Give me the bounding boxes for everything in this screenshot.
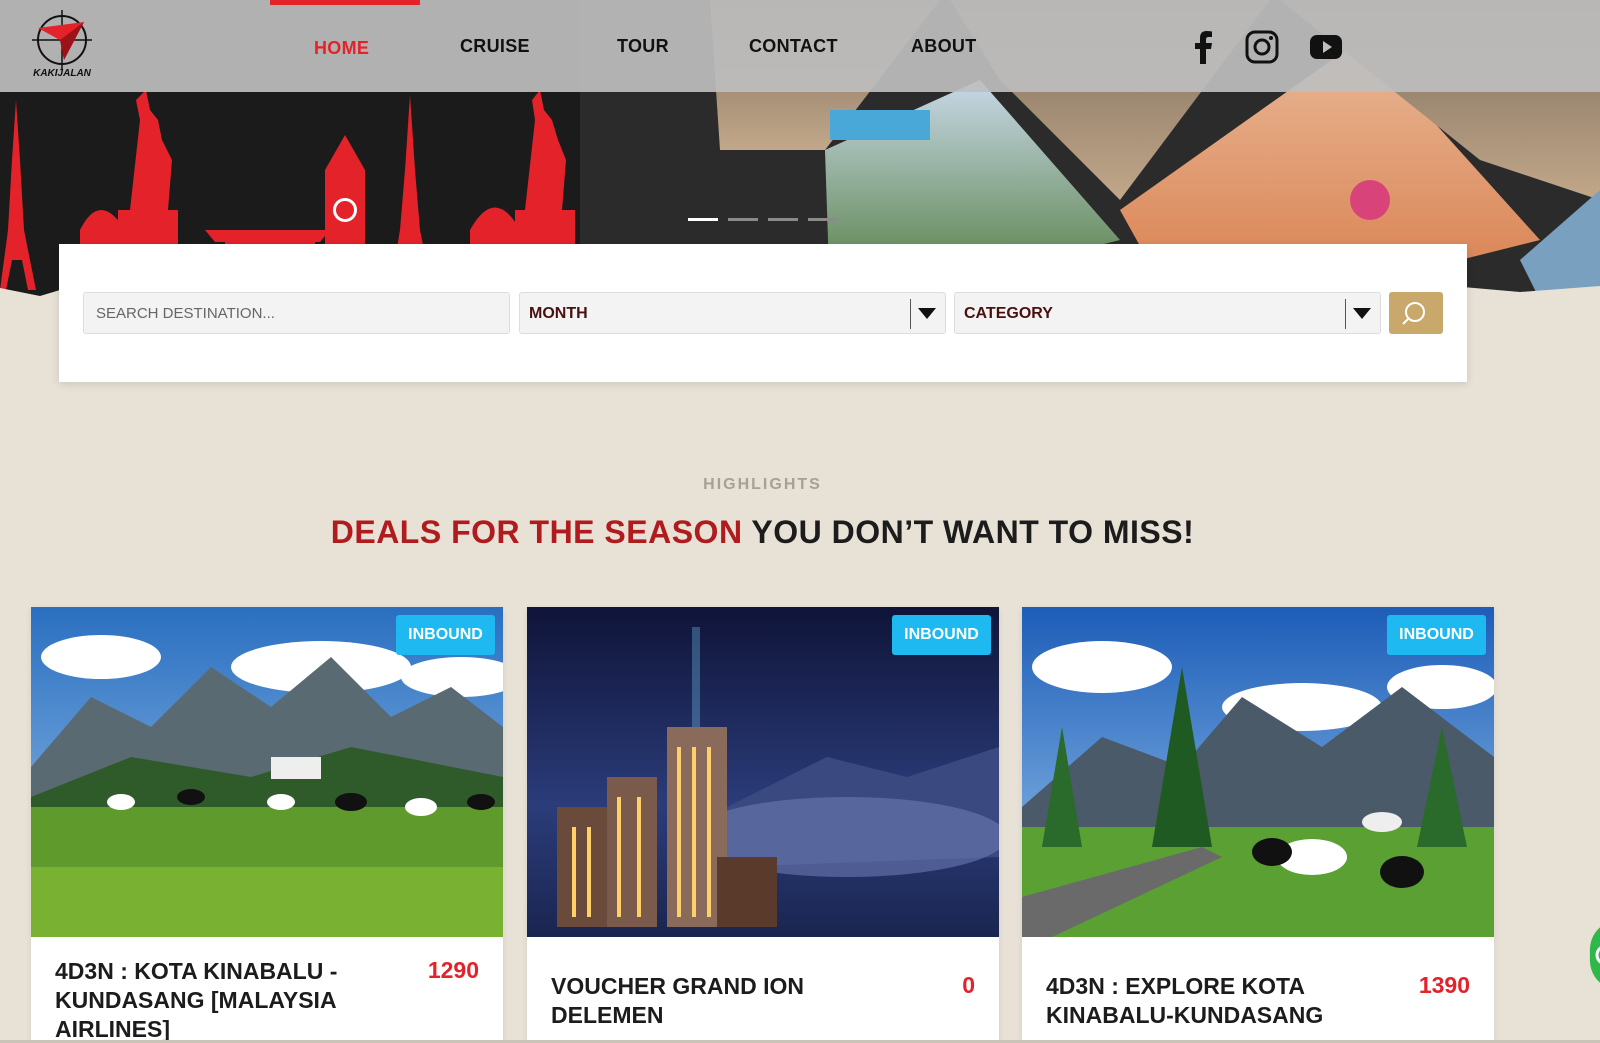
deal-card-image	[527, 607, 999, 937]
highlights-kicker: HIGHLIGHTS	[703, 476, 822, 493]
category-badge: INBOUND	[1387, 615, 1486, 655]
chevron-down-icon	[1353, 308, 1371, 319]
kakijalan-logo[interactable]: KAKIJALAN	[30, 10, 94, 82]
facebook-icon[interactable]	[1186, 30, 1220, 64]
category-select-label: CATEGORY	[964, 305, 1053, 322]
deal-card-image	[1022, 607, 1494, 937]
select-divider	[1345, 299, 1346, 329]
slider-dot-3[interactable]	[768, 218, 798, 221]
nav-item-contact[interactable]: CONTACT	[749, 36, 838, 57]
deal-title: 4D3N : KOTA KINABALU - KUNDASANG [MALAYS…	[55, 958, 338, 1042]
deal-title: 4D3N : EXPLORE KOTA KINABALU-KUNDASANG	[1046, 973, 1324, 1028]
top-navbar: KAKIJALAN HOME CRUISE TOUR CONTACT ABOUT	[0, 0, 1600, 92]
month-select[interactable]: MONTH	[519, 292, 946, 334]
whatsapp-icon[interactable]	[1588, 920, 1600, 990]
deals-headline: DEALS FOR THE SEASON YOU DON’T WANT TO M…	[0, 514, 1525, 551]
instagram-icon[interactable]	[1245, 30, 1279, 64]
search-button[interactable]	[1389, 292, 1443, 334]
deal-card-image	[31, 607, 503, 937]
chevron-down-icon	[918, 308, 936, 319]
logo-text: KAKIJALAN	[33, 68, 91, 79]
nav-active-indicator	[270, 0, 420, 5]
month-select-label: MONTH	[529, 305, 588, 322]
deal-title: VOUCHER GRAND ION DELEMEN	[551, 973, 805, 1028]
slider-dot-4[interactable]	[808, 218, 838, 221]
headline-rest-part: YOU DON’T WANT TO MISS!	[742, 514, 1195, 550]
deal-card-1[interactable]: INBOUND 4D3N : KOTA KINABALU - KUNDASANG…	[31, 607, 503, 1043]
category-badge: INBOUND	[396, 615, 495, 655]
deal-card-3[interactable]: INBOUND 4D3N : EXPLORE KOTA KINABALU-KUN…	[1022, 607, 1494, 1043]
category-badge: INBOUND	[892, 615, 991, 655]
slider-dot-1[interactable]	[688, 218, 718, 221]
nav-item-home[interactable]: HOME	[314, 38, 369, 59]
youtube-icon[interactable]	[1309, 30, 1343, 64]
search-destination-input[interactable]	[83, 292, 510, 334]
deal-price: 0	[962, 972, 975, 998]
nav-item-cruise[interactable]: CRUISE	[460, 36, 530, 57]
category-select[interactable]: CATEGORY	[954, 292, 1381, 334]
logo-compass-icon	[32, 10, 92, 70]
select-divider	[910, 299, 911, 329]
deal-card-2[interactable]: INBOUND VOUCHER GRAND ION DELEMEN 0	[527, 607, 999, 1043]
slider-dot-2[interactable]	[728, 218, 758, 221]
deal-price: 1290	[427, 957, 479, 983]
search-icon	[1402, 302, 1425, 325]
nav-item-about[interactable]: ABOUT	[911, 36, 977, 57]
deal-price: 1390	[1418, 972, 1470, 998]
nav-item-tour[interactable]: TOUR	[617, 36, 669, 57]
search-panel: MONTH CATEGORY	[59, 244, 1467, 382]
headline-red-part: DEALS FOR THE SEASON	[330, 514, 743, 550]
